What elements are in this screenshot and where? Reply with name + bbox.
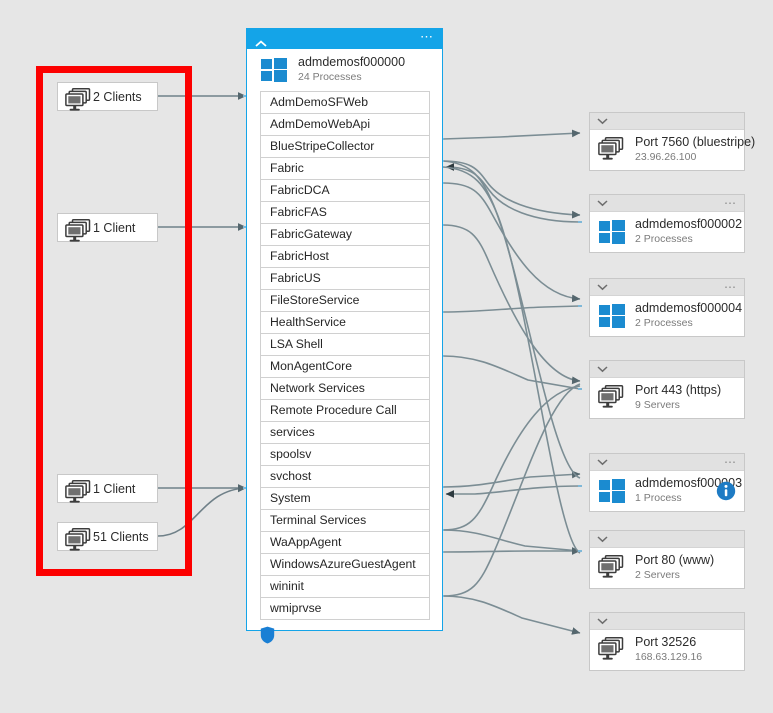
node-subtitle: 2 Processes <box>635 233 693 245</box>
node-subtitle: 2 Processes <box>635 317 693 329</box>
windows-logo-icon <box>598 218 628 246</box>
node-body[interactable]: Port 7560 (bluestripe) 23.96.26.100 <box>590 130 756 170</box>
node-title: Port 7560 (bluestripe) <box>635 135 756 149</box>
node-header[interactable]: ⋯ <box>590 195 744 212</box>
chevron-down-icon[interactable] <box>597 199 608 207</box>
node-admdemosf000003[interactable]: ⋯ admdemosf000003 1 Process <box>589 453 745 512</box>
monitor-stack-icon <box>598 384 628 412</box>
node-header[interactable] <box>590 113 744 130</box>
chevron-down-icon[interactable] <box>597 535 608 543</box>
node-title: Port 80 (www) <box>635 553 715 567</box>
windows-logo-icon <box>260 56 290 84</box>
process-row[interactable]: HealthService <box>261 312 429 334</box>
process-row[interactable]: Remote Procedure Call <box>261 400 429 422</box>
windows-logo-icon <box>598 302 628 330</box>
monitor-stack-icon <box>598 636 628 664</box>
process-row[interactable]: LSA Shell <box>261 334 429 356</box>
client-group-51-clients[interactable]: 51 Clients <box>57 522 158 551</box>
chevron-down-icon[interactable] <box>597 117 608 125</box>
node-port-80[interactable]: Port 80 (www) 2 Servers <box>589 530 745 589</box>
node-admdemosf000004[interactable]: ⋯ admdemosf000004 2 Processes <box>589 278 745 337</box>
node-header[interactable] <box>590 531 744 548</box>
node-header[interactable] <box>590 613 744 630</box>
process-row[interactable]: svchost <box>261 466 429 488</box>
chevron-down-icon[interactable] <box>597 283 608 291</box>
node-header[interactable]: ⋯ <box>590 279 744 296</box>
node-subtitle: 2 Servers <box>635 569 680 581</box>
ellipsis-icon[interactable]: ⋯ <box>420 30 434 44</box>
process-row[interactable]: AdmDemoWebApi <box>261 114 429 136</box>
monitor-stack-icon <box>598 554 628 582</box>
client-group-2-clients[interactable]: 2 Clients <box>57 82 158 111</box>
node-body[interactable]: admdemosf000002 2 Processes <box>590 212 744 252</box>
node-title: admdemosf000002 <box>635 217 743 231</box>
process-row[interactable]: wininit <box>261 576 429 598</box>
node-header[interactable]: ⋯ <box>590 454 744 471</box>
panel-footer <box>247 620 442 649</box>
monitor-stack-icon <box>65 479 91 503</box>
process-list[interactable]: AdmDemoSFWeb AdmDemoWebApi BlueStripeColle… <box>260 91 430 620</box>
node-body[interactable]: Port 80 (www) 2 Servers <box>590 548 744 588</box>
panel-header[interactable]: ⋯ <box>247 29 442 49</box>
process-row[interactable]: System <box>261 488 429 510</box>
node-subtitle: 23.96.26.100 <box>635 151 697 163</box>
process-row[interactable]: spoolsv <box>261 444 429 466</box>
node-subtitle: 168.63.129.16 <box>635 651 703 663</box>
ellipsis-icon[interactable]: ⋯ <box>724 197 737 209</box>
node-header[interactable] <box>590 361 744 378</box>
client-label: 51 Clients <box>93 529 149 544</box>
process-row[interactable]: wmiprvse <box>261 598 429 620</box>
node-port-7560[interactable]: Port 7560 (bluestripe) 23.96.26.100 <box>589 112 756 171</box>
process-row[interactable]: AdmDemoSFWeb <box>261 92 429 114</box>
node-body[interactable]: Port 443 (https) 9 Servers <box>590 378 744 418</box>
client-label: 1 Client <box>93 220 136 235</box>
client-group-1-client-b[interactable]: 1 Client <box>57 474 158 503</box>
windows-logo-icon <box>598 477 628 505</box>
node-title: admdemosf000004 <box>635 301 743 315</box>
node-body[interactable]: admdemosf000003 1 Process <box>590 471 744 511</box>
process-row[interactable]: FabricFAS <box>261 202 429 224</box>
chevron-down-icon[interactable] <box>597 365 608 373</box>
process-row[interactable]: Fabric <box>261 158 429 180</box>
chevron-down-icon[interactable] <box>597 458 608 466</box>
process-row[interactable]: MonAgentCore <box>261 356 429 378</box>
process-row[interactable]: services <box>261 422 429 444</box>
process-row[interactable]: WindowsAzureGuestAgent <box>261 554 429 576</box>
client-label: 1 Client <box>93 481 136 496</box>
chevron-down-icon[interactable] <box>597 617 608 625</box>
process-row[interactable]: FabricDCA <box>261 180 429 202</box>
process-row[interactable]: FabricHost <box>261 246 429 268</box>
shield-icon <box>260 626 275 648</box>
monitor-stack-icon <box>598 136 628 164</box>
node-title: Port 443 (https) <box>635 383 722 397</box>
main-host-panel[interactable]: ⋯ admdemosf000000 24 Processes AdmDemoSF… <box>246 28 443 644</box>
monitor-stack-icon <box>65 87 91 111</box>
process-row[interactable]: Network Services <box>261 378 429 400</box>
node-subtitle: 9 Servers <box>635 399 680 411</box>
process-row[interactable]: FabricGateway <box>261 224 429 246</box>
node-port-32526[interactable]: Port 32526 168.63.129.16 <box>589 612 745 671</box>
client-label: 2 Clients <box>93 89 142 104</box>
panel-host-row[interactable]: admdemosf000000 24 Processes <box>247 49 442 91</box>
panel-host-subtitle: 24 Processes <box>298 71 362 83</box>
info-icon[interactable] <box>716 481 736 501</box>
node-admdemosf000002[interactable]: ⋯ admdemosf000002 2 Processes <box>589 194 745 253</box>
process-row[interactable]: FabricUS <box>261 268 429 290</box>
node-body[interactable]: Port 32526 168.63.129.16 <box>590 630 744 670</box>
ellipsis-icon[interactable]: ⋯ <box>724 456 737 468</box>
monitor-stack-icon <box>65 218 91 242</box>
ellipsis-icon[interactable]: ⋯ <box>724 281 737 293</box>
panel-host-title: admdemosf000000 <box>298 55 406 69</box>
dependency-map-canvas: ⋯ admdemosf000000 24 Processes AdmDemoSF… <box>0 0 773 713</box>
node-port-443[interactable]: Port 443 (https) 9 Servers <box>589 360 745 419</box>
node-body[interactable]: admdemosf000004 2 Processes <box>590 296 744 336</box>
client-group-1-client-a[interactable]: 1 Client <box>57 213 158 242</box>
process-row[interactable]: WaAppAgent <box>261 532 429 554</box>
monitor-stack-icon <box>65 527 91 551</box>
node-title: Port 32526 <box>635 635 697 649</box>
process-row[interactable]: FileStoreService <box>261 290 429 312</box>
chevron-up-icon[interactable] <box>255 35 267 47</box>
process-row[interactable]: Terminal Services <box>261 510 429 532</box>
process-row[interactable]: BlueStripeCollector <box>261 136 429 158</box>
